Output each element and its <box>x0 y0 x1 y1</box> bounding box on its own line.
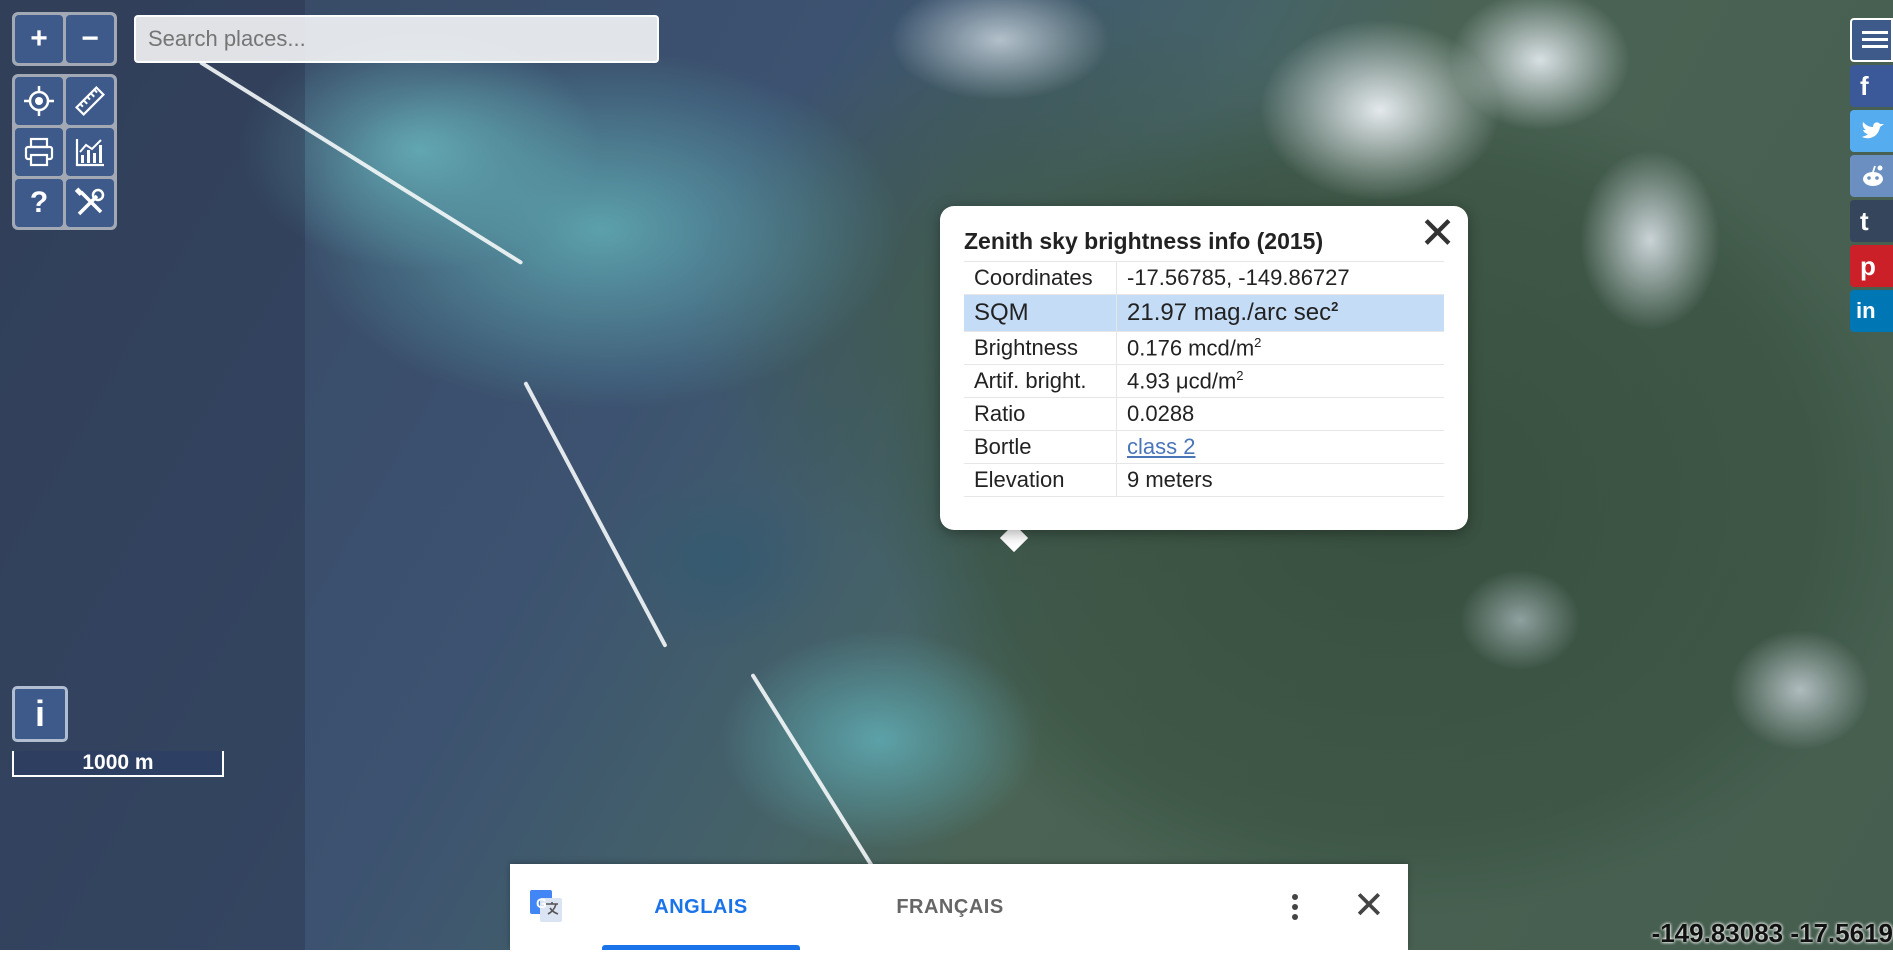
chart-button[interactable] <box>66 128 114 176</box>
bottom-nav-strip <box>0 950 1893 974</box>
row-label: Coordinates <box>964 261 1117 295</box>
row-value: class 2 <box>1116 430 1444 464</box>
twitter-share-button[interactable] <box>1850 110 1893 152</box>
reddit-share-button[interactable] <box>1850 155 1893 197</box>
zoom-in-button[interactable]: + <box>15 15 63 63</box>
table-row: Elevation 9 meters <box>964 463 1444 497</box>
crosshair-icon <box>24 86 54 116</box>
info-button[interactable]: i <box>12 686 68 742</box>
menu-button[interactable] <box>1850 18 1893 62</box>
table-row: Ratio 0.0288 <box>964 397 1444 431</box>
facebook-icon: f <box>1860 70 1869 101</box>
pinterest-icon: p <box>1860 250 1876 281</box>
more-vertical-icon[interactable] <box>1280 891 1310 923</box>
unit-exponent: 2 <box>1254 334 1262 350</box>
tumblr-share-button[interactable]: t <box>1850 200 1893 242</box>
ruler-icon <box>75 86 105 116</box>
table-row: Coordinates -17.56785, -149.86727 <box>964 261 1444 295</box>
settings-button[interactable] <box>66 179 114 227</box>
popup-close-button[interactable]: ✕ <box>1419 212 1456 256</box>
row-label: Brightness <box>964 331 1117 365</box>
row-value: -17.56785, -149.86727 <box>1116 261 1444 295</box>
unit-exponent: 2 <box>1236 367 1244 383</box>
zoom-out-button[interactable]: − <box>66 15 114 63</box>
sqm-value: 21.97 mag./arc sec <box>1127 299 1332 326</box>
tab-source-language[interactable]: ANGLAIS <box>602 864 800 950</box>
row-value: 9 meters <box>1116 463 1444 497</box>
scale-bar: 1000 m <box>12 751 224 777</box>
row-label: Ratio <box>964 397 1117 431</box>
cursor-coordinates: -149.83083 -17.5619 <box>1651 918 1893 948</box>
facebook-share-button[interactable]: f <box>1850 65 1893 107</box>
linkedin-share-button[interactable]: in <box>1850 290 1893 332</box>
google-translate-icon: G <box>530 890 562 922</box>
row-label: Bortle <box>964 430 1117 464</box>
table-row: Brightness 0.176 mcd/m2 <box>964 331 1444 365</box>
row-label: Elevation <box>964 463 1117 497</box>
printer-icon <box>24 137 54 167</box>
bortle-class-link[interactable]: class 2 <box>1127 434 1195 459</box>
brightness-value: 0.176 mcd/m <box>1127 335 1255 361</box>
measure-button[interactable] <box>66 77 114 125</box>
reddit-icon <box>1863 165 1883 186</box>
table-row: SQM 21.97 mag./arc sec2 <box>964 294 1444 332</box>
row-label: Artif. bright. <box>964 364 1117 398</box>
tools-icon <box>74 187 105 216</box>
table-row: Bortle class 2 <box>964 430 1444 464</box>
row-value: 4.93 μcd/m2 <box>1116 364 1444 398</box>
share-bar: f t p in <box>1850 18 1893 332</box>
row-value: 21.97 mag./arc sec2 <box>1116 294 1444 332</box>
tumblr-icon: t <box>1860 205 1869 236</box>
sky-brightness-popup: ✕ Zenith sky brightness info (2015) Coor… <box>940 206 1468 530</box>
tab-target-language[interactable]: FRANÇAIS <box>840 864 1060 950</box>
table-row: Artif. bright. 4.93 μcd/m2 <box>964 364 1444 398</box>
zoom-controls: + − <box>12 12 117 66</box>
row-value: 0.176 mcd/m2 <box>1116 331 1444 365</box>
unit-exponent: 2 <box>1331 299 1339 314</box>
translate-bar: G ANGLAIS FRANÇAIS ✕ <box>510 864 1408 950</box>
hamburger-icon <box>1862 31 1888 48</box>
popup-title: Zenith sky brightness info (2015) <box>964 228 1324 254</box>
search-input[interactable] <box>134 15 659 63</box>
info-table: Coordinates -17.56785, -149.86727 SQM 21… <box>964 261 1444 497</box>
help-button[interactable]: ? <box>15 179 63 227</box>
twitter-icon <box>1862 122 1884 139</box>
linkedin-icon: in <box>1856 298 1876 323</box>
svg-text:G: G <box>536 895 547 911</box>
translate-close-button[interactable]: ✕ <box>1353 886 1385 926</box>
chart-icon <box>75 139 104 167</box>
tool-controls: ? <box>12 74 117 230</box>
row-value: 0.0288 <box>1116 397 1444 431</box>
row-label: SQM <box>964 294 1117 332</box>
print-button[interactable] <box>15 128 63 176</box>
artif-brightness-value: 4.93 μcd/m <box>1127 368 1237 394</box>
locate-button[interactable] <box>15 77 63 125</box>
pinterest-share-button[interactable]: p <box>1850 245 1893 287</box>
